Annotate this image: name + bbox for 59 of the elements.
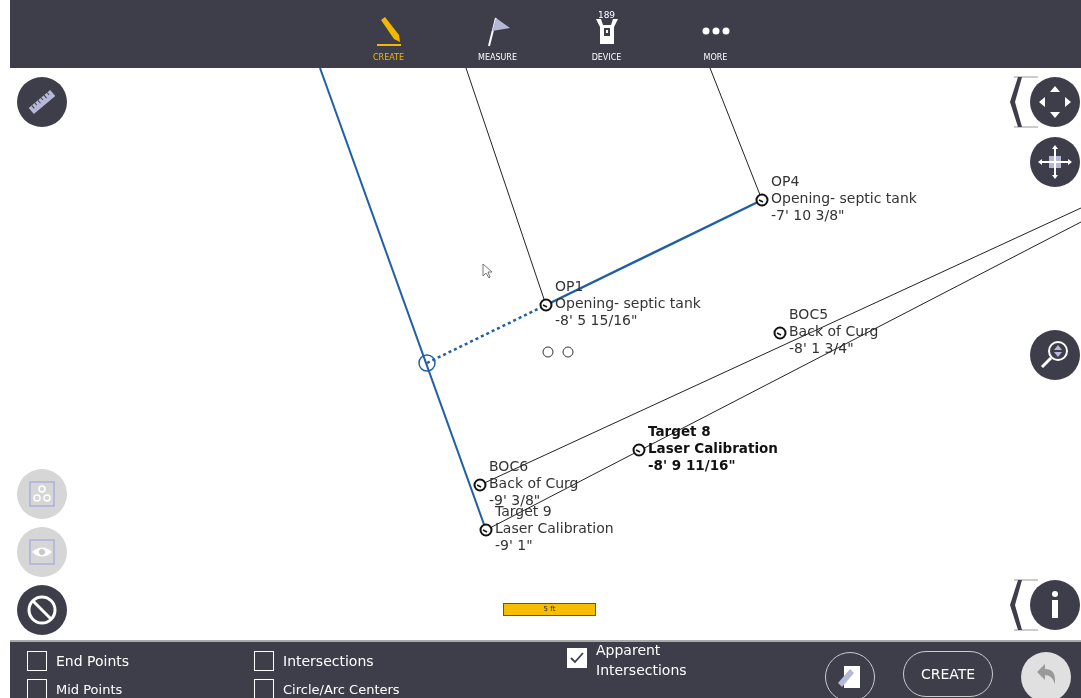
info-icon xyxy=(1052,591,1058,618)
arrows-icon xyxy=(1039,86,1071,118)
undo-icon xyxy=(1037,664,1055,684)
count-label: 189 xyxy=(597,10,616,20)
panel-tab-icon[interactable] xyxy=(1008,76,1038,128)
toolbar-tab[interactable]: MEASURE xyxy=(443,0,552,68)
move-icon xyxy=(1038,145,1072,179)
pan-button[interactable] xyxy=(1030,77,1080,127)
panel-tab-icon[interactable] xyxy=(1008,579,1038,631)
point-name: OP4 xyxy=(771,173,801,190)
check-icon xyxy=(570,652,584,664)
point-description: Opening- septic tank xyxy=(555,295,701,312)
checkbox[interactable] xyxy=(27,651,47,671)
point-marker-icon[interactable] xyxy=(632,443,646,457)
note-button[interactable] xyxy=(825,652,875,698)
point-elevation: -7' 10 3/8" xyxy=(771,207,846,224)
cancel-button[interactable] xyxy=(17,585,67,635)
toolbar-tab[interactable]: 189 DEVICE xyxy=(552,0,661,68)
more-icon xyxy=(701,27,730,35)
create-button[interactable]: CREATE xyxy=(903,651,993,697)
view-icon xyxy=(29,539,55,565)
point-name: BOC5 xyxy=(789,306,830,323)
vertex-markers xyxy=(542,346,574,358)
info-button[interactable] xyxy=(1030,580,1080,630)
point-marker-icon[interactable] xyxy=(755,193,769,207)
zoom-button[interactable] xyxy=(1030,330,1080,380)
toolbar-tab[interactable]: CREATE xyxy=(334,0,443,68)
toolbar-tab[interactable]: MORE xyxy=(661,0,770,68)
checkbox[interactable] xyxy=(254,679,274,698)
snap-checkbox[interactable]: Circle/Arc Centers xyxy=(254,676,567,698)
move-button[interactable] xyxy=(1030,137,1080,187)
point-marker-icon[interactable] xyxy=(773,326,787,340)
point-elevation: -8' 5 15/16" xyxy=(555,312,639,329)
snap-checkbox[interactable]: End Points xyxy=(27,646,254,676)
ruler-button[interactable] xyxy=(17,77,67,127)
point-description: Laser Calibration xyxy=(495,520,614,537)
snap-checkbox[interactable]: Mid Points xyxy=(27,676,254,698)
cursor-icon xyxy=(482,263,493,279)
pencil-icon xyxy=(374,16,403,46)
point-name: OP1 xyxy=(555,278,585,295)
snap-icon xyxy=(29,481,55,507)
checkbox[interactable] xyxy=(254,651,274,671)
intersection-marker xyxy=(418,354,436,372)
cancel-icon xyxy=(27,595,57,625)
point-marker-icon[interactable] xyxy=(539,298,553,312)
checkbox[interactable] xyxy=(567,648,587,668)
snap-checkbox[interactable]: Apparent Intersections xyxy=(567,640,757,698)
point-description: Opening- septic tank xyxy=(771,190,917,207)
checkbox[interactable] xyxy=(27,679,47,698)
point-marker-icon[interactable] xyxy=(473,478,487,492)
point-description: Laser Calibration xyxy=(648,440,778,457)
pencil-note-icon xyxy=(838,666,860,688)
point-elevation: -9' 1" xyxy=(495,537,534,554)
zoom-icon xyxy=(1040,341,1068,369)
point-description: Back of Curg xyxy=(489,475,579,492)
device-icon xyxy=(594,17,619,45)
point-elevation: -8' 9 11/16" xyxy=(648,457,737,474)
snap-checkbox[interactable]: Intersections xyxy=(254,646,567,676)
point-marker-icon[interactable] xyxy=(479,523,493,537)
